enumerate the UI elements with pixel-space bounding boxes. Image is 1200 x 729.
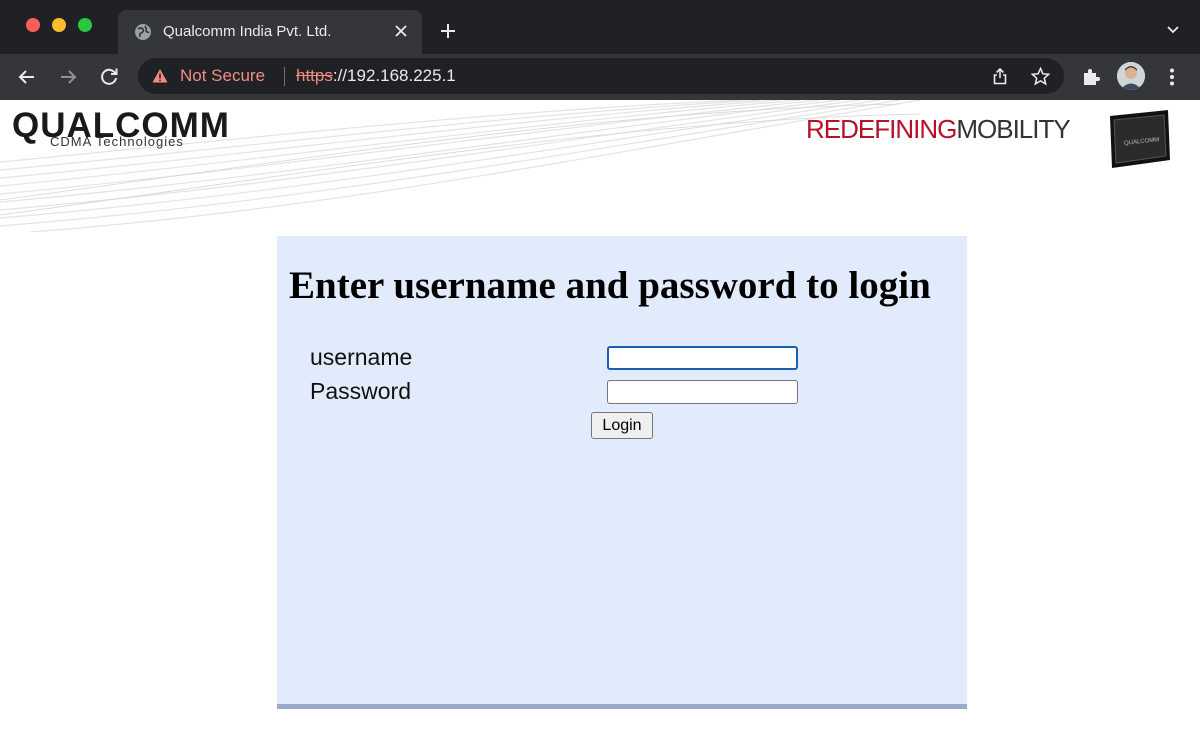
login-heading: Enter username and password to login (289, 264, 931, 307)
forward-icon[interactable] (57, 66, 79, 88)
globe-icon (135, 24, 151, 40)
reload-icon[interactable] (98, 66, 120, 88)
close-icon[interactable] (394, 24, 408, 38)
profile-avatar[interactable] (1117, 62, 1145, 90)
url-host: ://192.168.225.1 (332, 66, 456, 85)
back-icon[interactable] (16, 66, 38, 88)
chip-image: QUALCOMM (1110, 110, 1170, 168)
web-page: QUALCOMM CDMA Technologies REDEFININGMOB… (0, 100, 1200, 729)
header-banner: QUALCOMM CDMA Technologies REDEFININGMOB… (0, 100, 1200, 232)
plus-icon[interactable] (438, 21, 458, 41)
login-button[interactable]: Login (591, 412, 653, 439)
password-label: Password (310, 378, 411, 404)
address-separator (284, 67, 285, 86)
username-label: username (310, 344, 413, 370)
share-icon[interactable] (991, 67, 1009, 85)
login-panel: Enter username and password to login use… (277, 236, 967, 709)
tagline: REDEFININGMOBILITY (806, 114, 1071, 144)
extensions-icon[interactable] (1080, 66, 1102, 88)
browser-tab[interactable]: Qualcomm India Pvt. Ltd. (118, 10, 422, 54)
url-scheme: https (296, 66, 333, 85)
maximize-window-button[interactable] (78, 18, 92, 32)
tagline-gray: MOBILITY (956, 114, 1070, 144)
url-text[interactable]: https://192.168.225.1 (296, 66, 456, 86)
address-bar[interactable]: Not Secure https://192.168.225.1 (138, 58, 1064, 94)
logo-subtitle: CDMA Technologies (50, 134, 184, 149)
username-input[interactable] (607, 346, 798, 370)
warning-icon[interactable] (152, 68, 168, 84)
tab-title: Qualcomm India Pvt. Ltd. (163, 23, 332, 40)
star-icon[interactable] (1031, 67, 1050, 86)
browser-titlebar: Qualcomm India Pvt. Ltd. (0, 0, 1200, 54)
security-status[interactable]: Not Secure (180, 66, 265, 86)
browser-toolbar: Not Secure https://192.168.225.1 (0, 54, 1200, 100)
menu-icon[interactable] (1161, 66, 1183, 88)
tagline-red: REDEFINING (806, 114, 957, 144)
minimize-window-button[interactable] (52, 18, 66, 32)
password-input[interactable] (607, 380, 798, 404)
chevron-down-icon[interactable] (1166, 25, 1180, 35)
close-window-button[interactable] (26, 18, 40, 32)
